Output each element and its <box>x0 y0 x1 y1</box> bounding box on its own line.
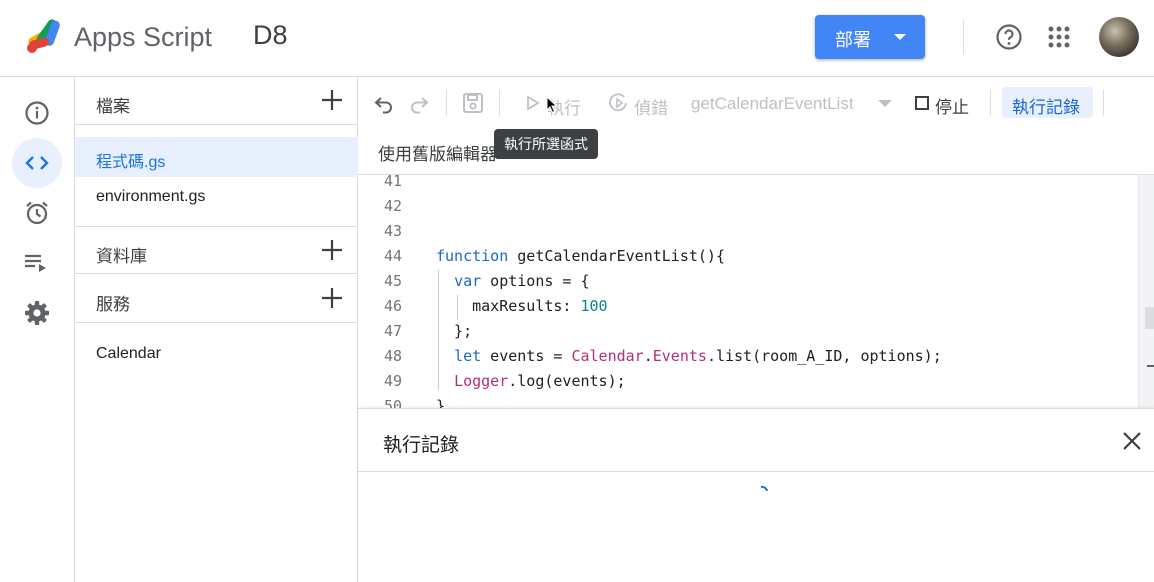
line-number: 44 <box>383 247 402 265</box>
line-number: 46 <box>383 297 402 315</box>
file-item-environment-gs[interactable]: environment.gs <box>75 177 358 217</box>
debug-label: 偵錯 <box>634 99 668 118</box>
code-text: }; <box>436 322 473 340</box>
code-line: 43 <box>358 219 1138 244</box>
info-icon <box>25 101 49 125</box>
libraries-section-title: 資料庫 <box>96 247 147 266</box>
line-number: 47 <box>383 322 402 340</box>
file-name: environment.gs <box>96 188 206 205</box>
nav-editor[interactable] <box>12 138 62 188</box>
code-text: maxResults: 100 <box>436 297 608 315</box>
line-number: 49 <box>383 372 402 390</box>
deploy-button[interactable]: 部署 <box>815 15 925 59</box>
code-line: 41 <box>358 175 1138 194</box>
apps-grid-icon[interactable] <box>1048 26 1070 48</box>
files-section-title: 檔案 <box>96 97 130 116</box>
services-section-title: 服務 <box>96 295 130 314</box>
line-number: 45 <box>383 272 402 290</box>
scrollbar-marker <box>1147 365 1154 367</box>
nav-triggers[interactable] <box>12 188 62 238</box>
redo-icon[interactable] <box>409 92 429 114</box>
execution-log-label: 執行記錄 <box>1012 98 1080 117</box>
mouse-cursor-icon <box>546 96 558 114</box>
code-line: 48 let events = Calendar.Events.list(roo… <box>358 344 1138 369</box>
code-icon <box>25 156 49 170</box>
code-line: 47 }; <box>358 319 1138 344</box>
divider <box>990 90 991 116</box>
editor-scrollbar[interactable] <box>1138 175 1154 408</box>
deploy-label: 部署 <box>835 30 871 50</box>
nav-rail <box>0 77 74 582</box>
indent-guide <box>457 295 458 320</box>
nav-overview[interactable] <box>12 88 62 138</box>
code-text: } <box>436 397 446 408</box>
divider <box>963 20 964 54</box>
add-library-icon[interactable] <box>321 239 343 261</box>
nav-executions[interactable] <box>12 238 62 288</box>
files-section-header: 檔案 <box>75 77 358 125</box>
divider <box>446 90 447 116</box>
divider <box>499 90 500 116</box>
code-line: 46 maxResults: 100 <box>358 294 1138 319</box>
stop-label: 停止 <box>935 98 969 117</box>
line-number: 43 <box>383 222 402 240</box>
scrollbar-thumb[interactable] <box>1145 307 1154 329</box>
stop-icon <box>915 96 929 110</box>
close-icon[interactable] <box>1121 430 1143 452</box>
service-item-calendar[interactable]: Calendar <box>75 334 358 374</box>
code-text: var options = { <box>454 272 590 290</box>
libraries-section-header: 資料庫 <box>75 226 358 274</box>
run-tooltip: 執行所選函式 <box>494 129 598 159</box>
alarm-icon <box>26 201 48 225</box>
loading-spinner-icon <box>760 485 768 492</box>
line-number: 41 <box>383 175 402 190</box>
avatar[interactable] <box>1099 17 1139 57</box>
app-name[interactable]: Apps Script <box>74 22 212 53</box>
chevron-down-icon <box>878 100 892 107</box>
indent-guide <box>438 270 439 390</box>
code-text: function getCalendarEventList(){ <box>436 247 725 265</box>
line-number: 42 <box>383 197 402 215</box>
apps-script-logo-icon[interactable] <box>25 17 67 55</box>
function-select[interactable]: getCalendarEventList <box>691 92 896 114</box>
code-line: 45 var options = { <box>358 269 1138 294</box>
divider <box>358 471 1154 472</box>
top-bar: Apps Script D8 部署 <box>0 0 1154 77</box>
add-service-icon[interactable] <box>321 287 343 309</box>
divider <box>1103 90 1104 116</box>
code-line: 50 } <box>358 394 1138 408</box>
code-line: 44 function getCalendarEventList(){ <box>358 244 1138 269</box>
file-name: 程式碼.gs <box>96 154 166 171</box>
code-line: 49 Logger.log(events); <box>358 369 1138 394</box>
debug-button[interactable]: 偵錯 <box>609 92 671 118</box>
line-number: 48 <box>383 347 402 365</box>
files-panel: 檔案 程式碼.gs environment.gs 資料庫 服務 Calendar <box>74 77 358 582</box>
chevron-down-icon <box>894 34 906 40</box>
editor-toolbar: 執行 偵錯 getCalendarEventList 停止 執行記錄 使用舊版編… <box>358 77 1154 175</box>
line-number: 50 <box>383 397 402 408</box>
execution-log-button[interactable]: 執行記錄 <box>1002 87 1093 118</box>
file-item-code-gs[interactable]: 程式碼.gs <box>75 137 358 177</box>
execution-log-title: 執行記錄 <box>383 435 460 456</box>
project-title[interactable]: D8 <box>253 20 288 51</box>
debug-icon <box>609 93 627 112</box>
gear-icon <box>25 301 49 325</box>
legacy-editor-link[interactable]: 使用舊版編輯器 <box>378 140 497 165</box>
execution-log-panel: 執行記錄 <box>358 408 1154 582</box>
add-file-icon[interactable] <box>321 89 343 111</box>
nav-settings[interactable] <box>12 288 62 338</box>
service-name: Calendar <box>96 345 161 362</box>
code-editor[interactable]: 41 42 43 44 function getCalendarEventLis… <box>358 175 1138 408</box>
playlist-play-icon <box>25 254 46 272</box>
code-text: Logger.log(events); <box>454 372 626 390</box>
help-icon[interactable] <box>995 23 1023 51</box>
services-section-header: 服務 <box>75 275 358 323</box>
play-icon <box>527 95 540 111</box>
code-text: let events = Calendar.Events.list(room_A… <box>454 347 942 365</box>
undo-icon[interactable] <box>374 92 394 114</box>
code-line: 42 <box>358 194 1138 219</box>
function-select-value: getCalendarEventList <box>691 94 854 113</box>
save-icon[interactable] <box>462 92 484 114</box>
